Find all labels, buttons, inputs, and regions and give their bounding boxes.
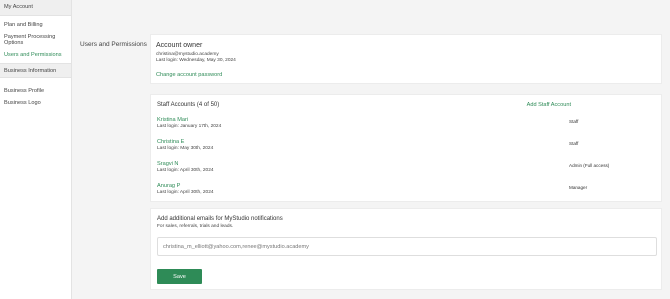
staff-name-link[interactable]: Sragvi N [157,161,214,167]
sidebar-item-plan-billing[interactable]: Plan and Billing [4,22,67,29]
staff-last-login: Last login: April 30th, 2024 [157,190,214,195]
staff-name-link[interactable]: Christina E [157,139,213,145]
notification-emails-title: Add additional emails for MyStudio notif… [157,216,283,222]
add-staff-account-link[interactable]: Add Staff Account [527,102,571,108]
staff-header: Staff Accounts (4 of 50) Add Staff Accou… [157,102,655,108]
sidebar-item-business-profile[interactable]: Business Profile [4,88,67,95]
top-strip [73,0,670,32]
staff-role: Admin (Full access) [569,163,610,168]
sidebar-item-payment-processing[interactable]: Payment Processing Options [4,34,67,47]
staff-last-login: Last login: May 30th, 2024 [157,146,214,151]
change-password-link[interactable]: Change account password [156,72,656,78]
notification-emails-card: Add additional emails for MyStudio notif… [150,208,662,290]
staff-role: Manager [569,185,588,190]
account-nav-group: Plan and Billing Payment Processing Opti… [0,16,71,58]
account-owner-card: Account owner christina@mystudio.academy… [150,34,662,84]
staff-last-login: Last login: April 30th, 2024 [157,168,214,173]
staff-name-link[interactable]: Kristina Mari [157,117,221,123]
staff-last-login: Last login: January 17th, 2024 [157,124,222,129]
section-label: Users and Permissions [80,41,147,48]
sidebar-item-users-permissions[interactable]: Users and Permissions [4,52,67,59]
sidebar-section-business-info: Business Information [0,63,71,78]
staff-row: Kristina Mari Last login: January 17th, … [157,117,655,139]
staff-role: Staff [569,141,579,146]
business-nav-group: Business Profile Business Logo [0,78,71,106]
sidebar-header: My Account [0,0,71,16]
staff-accounts-card: Staff Accounts (4 of 50) Add Staff Accou… [150,94,662,202]
staff-row: Sragvi N Last login: April 30th, 2024 Ad… [157,161,655,183]
staff-role: Staff [569,119,579,124]
save-button[interactable]: Save [157,269,202,284]
staff-title: Staff Accounts (4 of 50) [157,102,220,108]
sidebar-item-business-logo[interactable]: Business Logo [4,100,67,107]
notification-emails-input[interactable] [157,237,657,256]
notification-emails-subtitle: For sales, referrals, trials and leads. [157,224,234,229]
sidebar: My Account Plan and Billing Payment Proc… [0,0,72,299]
owner-title: Account owner [156,42,203,49]
staff-row: Anurag P Last login: April 30th, 2024 Ma… [157,183,655,205]
staff-row: Christina E Last login: May 30th, 2024 S… [157,139,655,161]
staff-name-link[interactable]: Anurag P [157,183,214,189]
owner-last-login: Last login: Wednesday, May 30, 2024 [156,58,236,63]
